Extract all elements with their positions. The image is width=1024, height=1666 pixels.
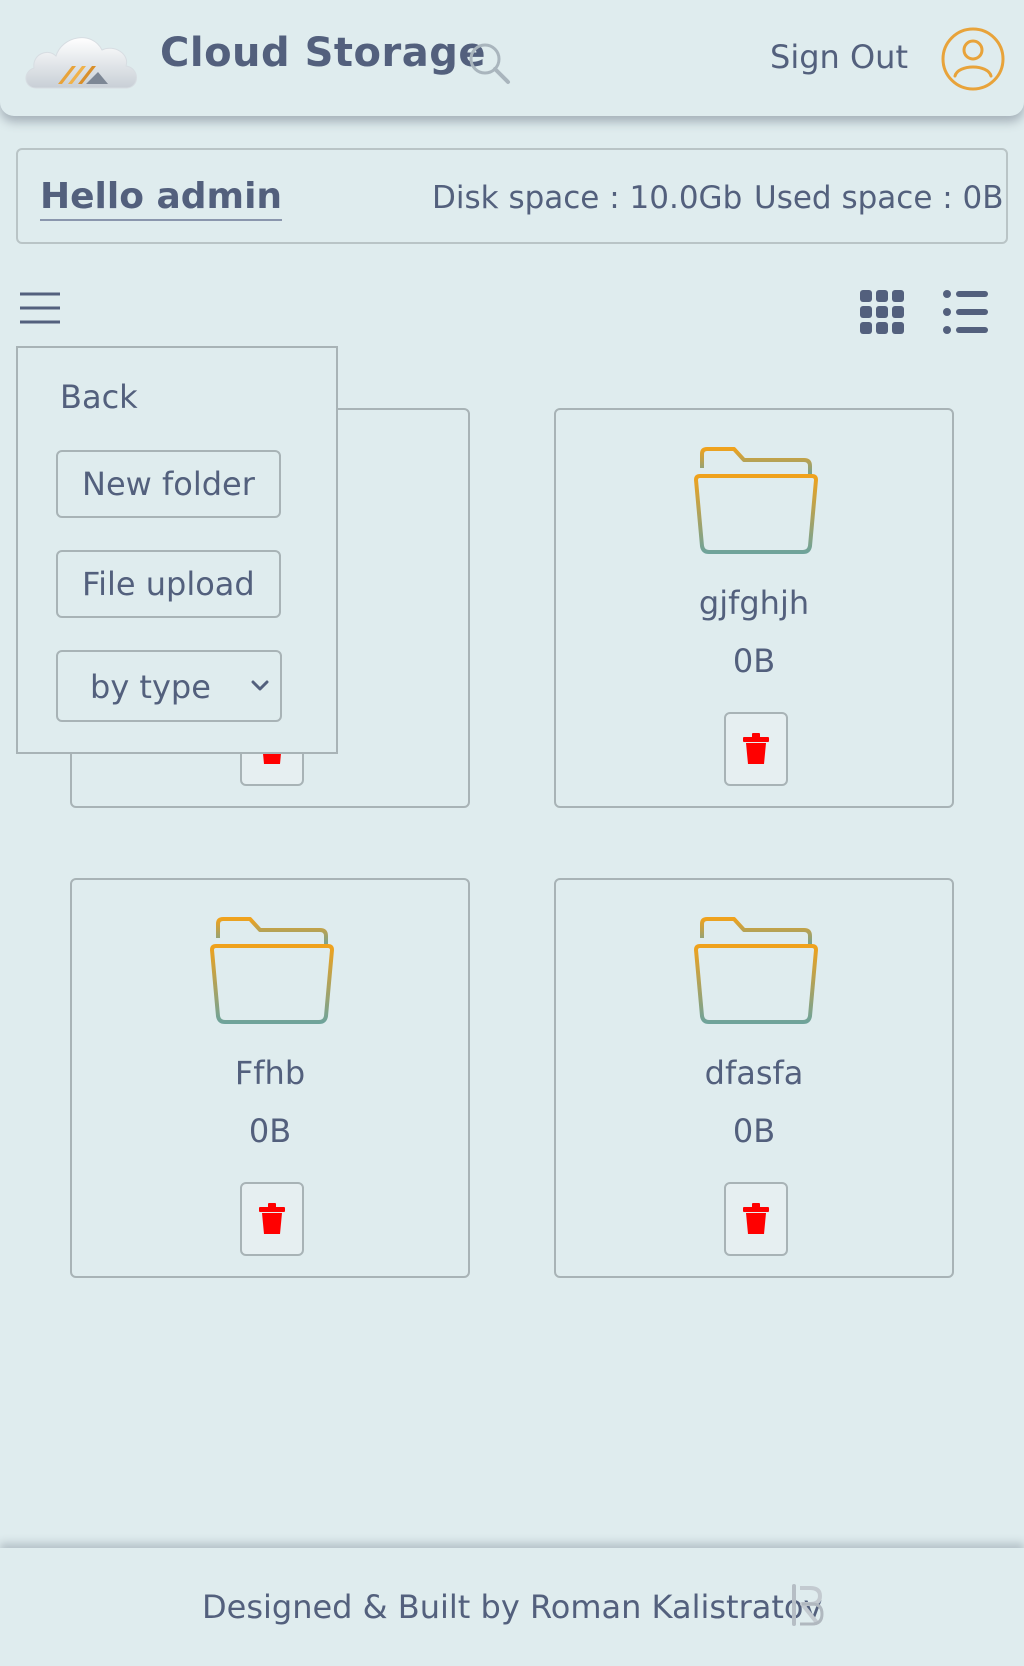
- sign-out-button[interactable]: Sign Out: [770, 38, 908, 76]
- chevron-down-icon: [251, 680, 269, 691]
- author-logo-icon[interactable]: [788, 1582, 826, 1628]
- folder-name: gjfghjh: [698, 584, 810, 622]
- trash-icon: [743, 733, 769, 764]
- user-avatar-icon[interactable]: [940, 26, 1006, 92]
- folder-icon: [694, 917, 818, 1024]
- delete-button[interactable]: [240, 1182, 304, 1256]
- folder-card[interactable]: dfasfa 0B: [554, 878, 954, 1278]
- folder-name: dfasfa: [704, 1054, 804, 1092]
- delete-button[interactable]: [724, 1182, 788, 1256]
- list-view-icon[interactable]: [942, 288, 990, 336]
- app-title: Cloud Storage: [160, 30, 486, 76]
- folder-card[interactable]: Ffhb 0B: [70, 878, 470, 1278]
- account-info-bar: Hello admin Disk space : 10.0Gb Used spa…: [16, 148, 1008, 244]
- sort-select[interactable]: by type: [56, 650, 282, 722]
- folder-size: 0B: [732, 642, 776, 680]
- cloud-logo-icon[interactable]: [22, 26, 142, 92]
- grid-view-icon[interactable]: [858, 288, 906, 336]
- sort-selected-value: by type: [90, 668, 211, 706]
- file-upload-button[interactable]: File upload: [56, 550, 281, 618]
- folder-card[interactable]: gjfghjh 0B: [554, 408, 954, 808]
- disk-space-label: Disk space : 10.0Gb: [432, 180, 743, 216]
- search-icon[interactable]: [466, 40, 512, 86]
- back-button[interactable]: Back: [60, 378, 138, 416]
- trash-icon: [743, 1203, 769, 1234]
- footer-credit: Designed & Built by Roman Kalistratov: [202, 1588, 823, 1626]
- folder-icon: [210, 917, 334, 1024]
- trash-icon: [259, 1203, 285, 1234]
- used-space-label: Used space : 0B: [754, 180, 1004, 216]
- folder-name: Ffhb: [234, 1054, 306, 1092]
- app-header: Cloud Storage Sign Out: [0, 0, 1024, 116]
- hamburger-menu-icon[interactable]: [18, 290, 62, 326]
- folder-icon: [694, 447, 818, 554]
- actions-menu: Back New folder File upload by type: [16, 346, 338, 754]
- delete-button[interactable]: [724, 712, 788, 786]
- folder-size: 0B: [732, 1112, 776, 1150]
- footer: Designed & Built by Roman Kalistratov: [0, 1548, 1024, 1666]
- folder-size: 0B: [248, 1112, 292, 1150]
- greeting: Hello admin: [40, 176, 283, 221]
- new-folder-button[interactable]: New folder: [56, 450, 281, 518]
